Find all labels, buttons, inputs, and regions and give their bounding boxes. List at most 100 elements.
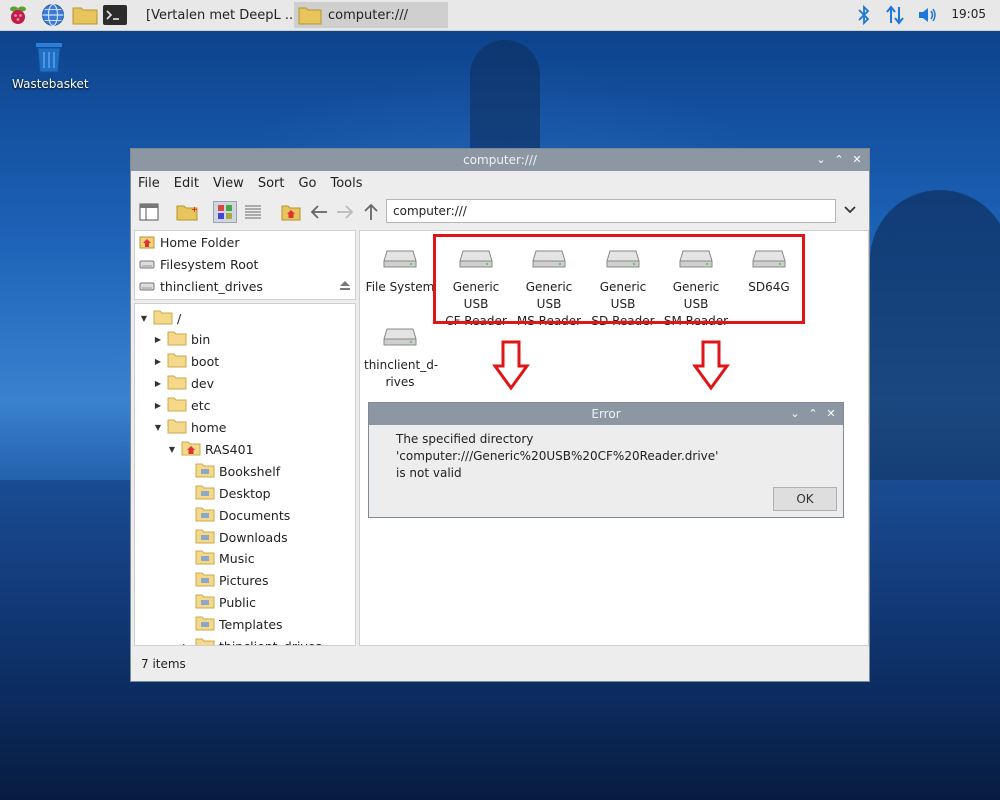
tree-node[interactable]: ▶ bin <box>153 330 210 350</box>
tree-node-icon <box>195 506 215 525</box>
bluetooth-tray[interactable] <box>856 3 872 27</box>
menu-tools[interactable]: Tools <box>324 176 370 191</box>
status-item-count: 7 items <box>141 657 186 671</box>
expander-open-icon[interactable]: ▼ <box>153 423 163 432</box>
back-button[interactable] <box>307 201 331 223</box>
place-thinclient-drives[interactable]: thinclient_drives <box>139 275 351 297</box>
arrow-up-icon <box>364 203 378 220</box>
icon-view-icon <box>218 205 232 219</box>
tree-node[interactable]: Music <box>181 549 255 569</box>
folder-icon <box>167 419 187 434</box>
minimize-button[interactable]: ⌄ <box>787 405 803 423</box>
tree-node-icon <box>167 352 187 371</box>
web-browser-launcher[interactable] <box>40 3 66 27</box>
expander-closed-icon[interactable]: ▶ <box>153 379 163 388</box>
expander-closed-icon[interactable]: ▶ <box>153 335 163 344</box>
expander-open-icon[interactable]: ▼ <box>139 314 149 323</box>
menu-file[interactable]: File <box>131 176 167 191</box>
address-history-button[interactable] <box>843 203 857 221</box>
home-folder-icon <box>139 236 155 249</box>
volume-tray[interactable] <box>916 3 938 27</box>
tree-node[interactable]: ▼ RAS401 <box>167 439 254 459</box>
file-manager-launcher[interactable] <box>72 3 98 27</box>
menu-go[interactable]: Go <box>291 176 323 191</box>
home-folder-icon <box>281 205 301 221</box>
ok-button[interactable]: OK <box>773 487 837 511</box>
tree-node[interactable]: Desktop <box>181 483 271 503</box>
tree-node[interactable]: ▼ home <box>153 418 226 438</box>
expander-open-icon[interactable]: ▼ <box>167 445 177 454</box>
menu-view[interactable]: View <box>206 176 251 191</box>
taskbar-task-browser[interactable]: [Vertalen met DeepL ... <box>136 2 292 28</box>
chevron-down-icon: ⌄ <box>816 153 826 166</box>
chevron-down-icon <box>844 206 856 214</box>
speaker-icon <box>919 8 936 22</box>
place-home-folder[interactable]: Home Folder <box>139 231 240 253</box>
list-view-icon <box>245 205 261 219</box>
maximize-button[interactable]: ⌃ <box>831 151 847 169</box>
list-view-button[interactable] <box>241 201 265 223</box>
tree-node[interactable]: ▶thinclient_drives <box>181 637 322 645</box>
up-button[interactable] <box>359 201 383 223</box>
tree-node-label: Templates <box>219 617 283 633</box>
maximize-button[interactable]: ⌃ <box>805 405 821 423</box>
menu-edit[interactable]: Edit <box>167 176 206 191</box>
folder-icon <box>167 397 187 412</box>
drive-icon <box>139 260 155 269</box>
taskbar-task-file-manager[interactable]: computer:/// <box>294 2 448 28</box>
place-label: Home Folder <box>160 234 240 250</box>
window-titlebar[interactable]: computer:/// ⌄ ⌃ ✕ <box>131 149 869 171</box>
place-filesystem-root[interactable]: Filesystem Root <box>139 253 258 275</box>
menubar: File Edit View Sort Go Tools <box>131 171 869 195</box>
trash-icon <box>36 43 62 73</box>
expander-closed-icon[interactable]: ▶ <box>153 357 163 366</box>
tree-node[interactable]: Downloads <box>181 527 288 547</box>
close-button[interactable]: ✕ <box>849 151 865 169</box>
device-item[interactable]: File System <box>364 237 436 296</box>
places-panel: Home Folder Filesystem Root thinclient_d… <box>134 230 356 300</box>
address-bar[interactable]: computer:/// <box>386 199 836 223</box>
tree-node[interactable]: ▼ / <box>139 308 181 328</box>
tree-node[interactable]: Templates <box>181 615 283 635</box>
terminal-launcher[interactable] <box>102 3 128 27</box>
special-folder-icon <box>195 507 215 522</box>
clock[interactable]: 19:05 <box>951 7 986 21</box>
tree-node[interactable]: Documents <box>181 505 290 525</box>
tree-node[interactable]: ▶ etc <box>153 396 210 416</box>
eject-button[interactable] <box>339 279 351 294</box>
folder-icon <box>153 310 173 324</box>
icon-view-button[interactable] <box>213 201 237 223</box>
folder-icon <box>195 638 215 645</box>
new-window-button[interactable] <box>137 201 161 223</box>
new-tab-button[interactable]: + <box>175 201 199 223</box>
tree-node-label: etc <box>191 398 211 414</box>
tree-node[interactable]: ▶ dev <box>153 374 214 394</box>
tree-node-icon <box>167 374 187 393</box>
window-title: computer:/// <box>463 153 537 167</box>
home-button[interactable] <box>279 201 303 223</box>
tree-node[interactable]: Public <box>181 593 256 613</box>
expander-closed-icon[interactable]: ▶ <box>153 401 163 410</box>
raspberry-menu-button[interactable] <box>6 3 30 27</box>
eject-icon <box>340 280 350 290</box>
network-tray[interactable] <box>884 3 906 27</box>
desktop-trash[interactable]: Wastebasket <box>12 38 89 91</box>
tree-node[interactable]: Pictures <box>181 571 269 591</box>
new-window-icon <box>139 203 159 221</box>
close-button[interactable]: ✕ <box>823 405 839 423</box>
tree-node[interactable]: Bookshelf <box>181 461 280 481</box>
special-folder-icon <box>195 529 215 543</box>
device-item[interactable]: thinclient_d-rives <box>364 315 438 391</box>
tree-node[interactable]: ▶ boot <box>153 352 219 372</box>
network-updown-icon <box>886 5 904 25</box>
arrow-left-icon <box>310 205 327 219</box>
dialog-titlebar[interactable]: Error ⌄ ⌃ ✕ <box>369 403 843 425</box>
tree-node-label: Downloads <box>219 529 288 545</box>
status-bar: 7 items <box>131 646 869 682</box>
forward-button[interactable] <box>333 201 357 223</box>
menu-sort[interactable]: Sort <box>251 176 292 191</box>
tree-node-icon <box>195 571 215 590</box>
minimize-button[interactable]: ⌄ <box>813 151 829 169</box>
tree-node-label: Pictures <box>219 573 269 589</box>
terminal-icon <box>103 5 127 25</box>
